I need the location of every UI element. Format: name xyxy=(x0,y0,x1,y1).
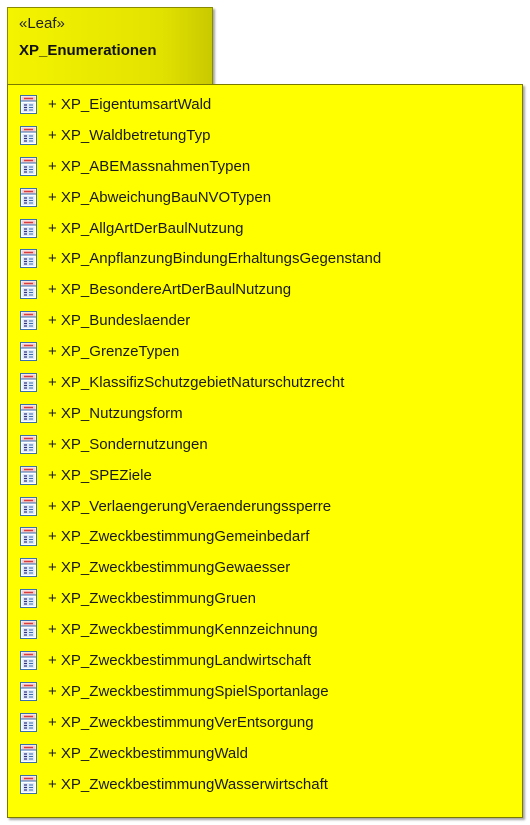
list-item[interactable]: + XP_ZweckbestimmungKennzeichnung xyxy=(8,614,522,645)
enumeration-icon xyxy=(20,311,37,331)
list-item[interactable]: + XP_ZweckbestimmungLandwirtschaft xyxy=(8,645,522,676)
enumeration-icon xyxy=(20,280,37,300)
list-item[interactable]: + XP_AbweichungBauNVOTypen xyxy=(8,182,522,213)
list-item[interactable]: + XP_ZweckbestimmungVerEntsorgung xyxy=(8,707,522,738)
enumeration-icon xyxy=(20,434,37,454)
enumeration-icon xyxy=(20,496,37,516)
package-tab[interactable]: «Leaf» XP_Enumerationen xyxy=(7,7,213,85)
item-label: + XP_AnpflanzungBindungErhaltungsGegenst… xyxy=(48,250,382,268)
item-label: + XP_VerlaengerungVeraenderungssperre xyxy=(48,497,332,515)
package-name: XP_Enumerationen xyxy=(19,42,157,59)
list-item[interactable]: + XP_ZweckbestimmungGewaesser xyxy=(8,552,522,583)
enumeration-icon xyxy=(20,125,37,145)
item-label: + XP_AllgArtDerBaulNutzung xyxy=(48,219,244,237)
list-item[interactable]: + XP_KlassifizSchutzgebietNaturschutzrec… xyxy=(8,367,522,398)
enumeration-icon xyxy=(20,218,37,238)
item-label: + XP_Nutzungsform xyxy=(48,404,183,422)
list-item[interactable]: + XP_VerlaengerungVeraenderungssperre xyxy=(8,491,522,522)
enumeration-icon xyxy=(20,465,37,485)
item-label: + XP_ZweckbestimmungVerEntsorgung xyxy=(48,713,314,731)
item-label: + XP_Bundeslaender xyxy=(48,312,191,330)
item-label: + XP_SPEZiele xyxy=(48,466,152,484)
list-item[interactable]: + XP_AnpflanzungBindungErhaltungsGegenst… xyxy=(8,243,522,274)
list-item[interactable]: + XP_Nutzungsform xyxy=(8,398,522,429)
list-item[interactable]: + XP_AllgArtDerBaulNutzung xyxy=(8,213,522,244)
list-item[interactable]: + XP_EigentumsartWald xyxy=(8,89,522,120)
list-item[interactable]: + XP_ZweckbestimmungWald xyxy=(8,738,522,769)
item-label: + XP_ZweckbestimmungGemeinbedarf xyxy=(48,528,310,546)
enumeration-icon xyxy=(20,94,37,114)
item-label: + XP_EigentumsartWald xyxy=(48,95,212,113)
item-label: + XP_KlassifizSchutzgebietNaturschutzrec… xyxy=(48,373,345,391)
item-label: + XP_ZweckbestimmungWasserwirtschaft xyxy=(48,775,328,793)
enumeration-icon xyxy=(20,743,37,763)
list-item[interactable]: + XP_ZweckbestimmungSpielSportanlage xyxy=(8,676,522,707)
list-item[interactable]: + XP_ZweckbestimmungGemeinbedarf xyxy=(8,521,522,552)
item-label: + XP_BesondereArtDerBaulNutzung xyxy=(48,281,292,299)
item-label: + XP_ABEMassnahmenTypen xyxy=(48,157,251,175)
list-item[interactable]: + XP_WaldbetretungTyp xyxy=(8,120,522,151)
item-label: + XP_ZweckbestimmungLandwirtschaft xyxy=(48,651,312,669)
package-body: + XP_EigentumsartWald + XP_Waldbetretung… xyxy=(7,84,523,818)
list-item[interactable]: + XP_Bundeslaender xyxy=(8,305,522,336)
list-item[interactable]: + XP_BesondereArtDerBaulNutzung xyxy=(8,274,522,305)
item-label: + XP_ZweckbestimmungGruen xyxy=(48,590,257,608)
enumeration-icon xyxy=(20,156,37,176)
enumeration-icon xyxy=(20,403,37,423)
enumeration-icon xyxy=(20,620,37,640)
enumeration-icon xyxy=(20,650,37,670)
enumeration-icon xyxy=(20,681,37,701)
enumeration-icon xyxy=(20,712,37,732)
package-stereotype: «Leaf» xyxy=(19,15,65,32)
enumeration-icon xyxy=(20,249,37,269)
list-item[interactable]: + XP_ZweckbestimmungGruen xyxy=(8,583,522,614)
item-label: + XP_Sondernutzungen xyxy=(48,435,208,453)
enumeration-icon xyxy=(20,589,37,609)
item-label: + XP_WaldbetretungTyp xyxy=(48,126,211,144)
list-item[interactable]: + XP_Sondernutzungen xyxy=(8,429,522,460)
enumeration-icon xyxy=(20,774,37,794)
item-label: + XP_ZweckbestimmungWald xyxy=(48,744,248,762)
enumeration-icon xyxy=(20,187,37,207)
list-item[interactable]: + XP_GrenzeTypen xyxy=(8,336,522,367)
enumeration-icon xyxy=(20,527,37,547)
enumeration-icon xyxy=(20,558,37,578)
element-list: + XP_EigentumsartWald + XP_Waldbetretung… xyxy=(8,89,522,799)
enumeration-icon xyxy=(20,342,37,362)
item-label: + XP_ZweckbestimmungKennzeichnung xyxy=(48,621,318,639)
item-label: + XP_AbweichungBauNVOTypen xyxy=(48,188,272,206)
item-label: + XP_GrenzeTypen xyxy=(48,343,180,361)
list-item[interactable]: + XP_ABEMassnahmenTypen xyxy=(8,151,522,182)
list-item[interactable]: + XP_SPEZiele xyxy=(8,460,522,491)
list-item[interactable]: + XP_ZweckbestimmungWasserwirtschaft xyxy=(8,769,522,800)
enumeration-icon xyxy=(20,372,37,392)
item-label: + XP_ZweckbestimmungGewaesser xyxy=(48,559,291,577)
item-label: + XP_ZweckbestimmungSpielSportanlage xyxy=(48,682,329,700)
